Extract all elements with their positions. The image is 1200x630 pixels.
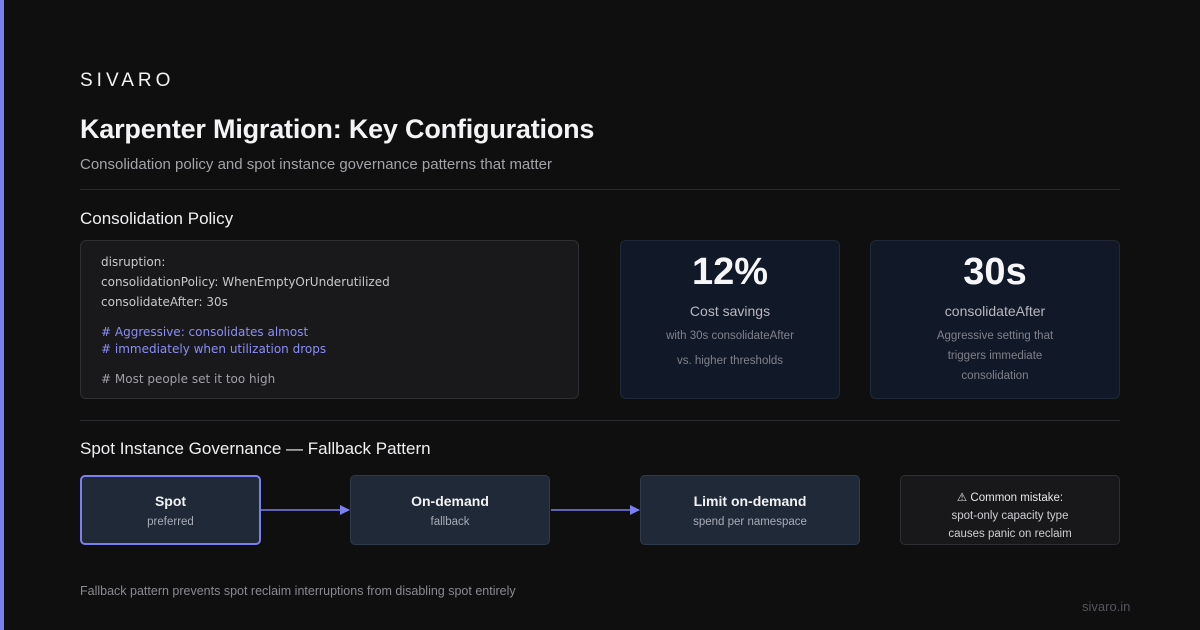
site-url: sivaro.in [1082, 599, 1131, 614]
flow-node-title: On-demand [411, 493, 489, 509]
flow-node-spot: Spot preferred [80, 475, 261, 545]
flow-node-subtitle: spend per namespace [693, 516, 807, 528]
flow-node-on-demand: On-demand fallback [350, 475, 550, 545]
warning-text: causes panic on reclaim [948, 528, 1072, 540]
footer-note: Fallback pattern prevents spot reclaim i… [80, 584, 516, 598]
flow-node-subtitle: fallback [430, 516, 470, 528]
warning-title: Common mistake: [970, 492, 1064, 504]
warning-icon: ⚠ [956, 492, 968, 504]
flow-node-title: Spot [154, 493, 187, 509]
flow-node-limit-on-demand: Limit on-demand spend per namespace [640, 475, 860, 545]
warning-box-common-mistake: ⚠ Common mistake: spot-only capacity typ… [900, 475, 1120, 545]
warning-text: spot-only capacity type [951, 510, 1069, 522]
flow-node-title: Limit on-demand [693, 493, 807, 509]
flow-node-subtitle: preferred [147, 516, 194, 528]
warning-title-line: ⚠ Common mistake: [901, 490, 1119, 504]
